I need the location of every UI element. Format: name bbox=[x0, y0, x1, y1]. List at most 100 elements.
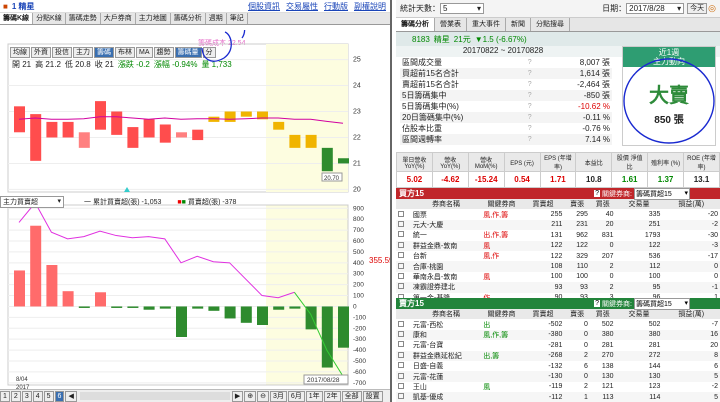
broker-cell: 2 bbox=[609, 263, 614, 271]
broker-row[interactable]: 元大-大慶 211 231 20 251 -2 bbox=[396, 219, 720, 231]
tab-news[interactable]: 新聞 bbox=[506, 18, 531, 31]
fin-value: 0.54 bbox=[503, 171, 541, 188]
help-icon[interactable]: ? bbox=[526, 112, 541, 123]
settings-button[interactable]: 設置 bbox=[362, 390, 383, 402]
broker-row[interactable]: 元富-台寶 -281 0 281 281 20 bbox=[396, 340, 720, 351]
row-checkbox[interactable] bbox=[396, 382, 411, 392]
favorite-icon[interactable]: ■ bbox=[3, 2, 8, 11]
tab-chip-kline[interactable]: 籌碼K線 bbox=[0, 13, 34, 24]
tab-chip-analysis[interactable]: 籌碼分析 bbox=[171, 13, 206, 24]
broker-cell bbox=[481, 371, 522, 381]
tab-events[interactable]: 重大事件 bbox=[467, 18, 506, 31]
broker-cell: 1793 bbox=[644, 231, 661, 239]
broker-row[interactable]: 國票 風,作,籌 255 295 40 335 -20 bbox=[396, 209, 720, 220]
help-icon[interactable]: ? bbox=[526, 134, 541, 145]
page-2[interactable]: 2 bbox=[10, 390, 21, 402]
link-info[interactable]: 個股資訊 bbox=[248, 1, 280, 12]
row-checkbox[interactable] bbox=[396, 230, 411, 240]
broker-row[interactable]: 合庫-桃園 108 110 2 112 0 bbox=[396, 261, 720, 272]
chip-bar bbox=[143, 306, 155, 310]
days-select[interactable]: 5 ▾ bbox=[440, 3, 484, 14]
period-6m[interactable]: 6月 bbox=[287, 390, 305, 402]
row-checkbox[interactable] bbox=[396, 220, 411, 230]
period-3m[interactable]: 3月 bbox=[269, 390, 287, 402]
period-2y[interactable]: 2年 bbox=[323, 390, 341, 402]
sell-rel-select[interactable]: 籌碼買超15 ▾ bbox=[634, 298, 690, 310]
panel-select[interactable]: 主力買賣超 ▾ bbox=[0, 196, 64, 208]
broker-row[interactable]: 凱基-優成 -112 1 113 114 5 bbox=[396, 392, 720, 402]
stat-value: -850 張 bbox=[583, 91, 610, 100]
link-help[interactable]: 副權說明 bbox=[354, 1, 386, 12]
row-checkbox[interactable] bbox=[396, 319, 411, 329]
broker-cell: -130 bbox=[548, 373, 563, 381]
scroll-left-icon[interactable]: ◀ bbox=[65, 390, 77, 402]
row-checkbox[interactable] bbox=[396, 392, 411, 402]
row-checkbox[interactable] bbox=[396, 340, 411, 350]
broker-cell: 8 bbox=[714, 352, 718, 360]
help-icon[interactable]: ? bbox=[526, 101, 541, 112]
scrollbar[interactable] bbox=[79, 392, 230, 400]
row-checkbox[interactable] bbox=[396, 330, 411, 340]
broker-row[interactable]: 元富-西松 出 -502 0 502 502 -7 bbox=[396, 319, 720, 330]
broker-row[interactable]: 群益金鼎延松紀 出,籌 -268 2 270 272 8 bbox=[396, 350, 720, 361]
link-mobile[interactable]: 行動版 bbox=[324, 1, 348, 12]
col-header: 賣張 bbox=[570, 311, 585, 319]
row-checkbox[interactable] bbox=[396, 351, 411, 361]
scroll-right-icon[interactable]: ▶ bbox=[231, 390, 244, 402]
stat-key: 5日籌碼集中(%) bbox=[402, 102, 459, 111]
broker-cell: 5 bbox=[714, 373, 718, 381]
tab-branch-search[interactable]: 分點搜尋 bbox=[531, 18, 570, 31]
help-icon[interactable]: ? bbox=[526, 79, 541, 90]
broker-row[interactable]: 群益金鼎-敦南 風 122 122 0 122 -3 bbox=[396, 240, 720, 251]
col-header: 交易量 bbox=[628, 311, 650, 319]
broker-row[interactable]: 王山 風 -119 2 121 123 -2 bbox=[396, 381, 720, 393]
tab-big-broker[interactable]: 大戶券商 bbox=[101, 13, 136, 24]
broker-row[interactable]: 凍霸證券建北 93 93 2 95 -1 bbox=[396, 282, 720, 293]
tab-main-map[interactable]: 主力地圖 bbox=[136, 13, 171, 24]
broker-cell: 40 bbox=[605, 211, 614, 219]
page-6[interactable]: 6 bbox=[54, 390, 65, 402]
row-checkbox[interactable] bbox=[396, 209, 411, 219]
page-4[interactable]: 4 bbox=[32, 390, 43, 402]
refresh-icon[interactable]: ◎ bbox=[708, 3, 716, 14]
tab-branch-kline[interactable]: 分點K線 bbox=[33, 13, 66, 24]
period-1y[interactable]: 1年 bbox=[305, 390, 323, 402]
help-icon[interactable]: ? bbox=[526, 90, 541, 101]
broker-row[interactable]: 台新 風,作 122 329 207 536 -17 bbox=[396, 250, 720, 262]
row-checkbox[interactable] bbox=[396, 251, 411, 261]
tab-notes[interactable]: 筆記 bbox=[227, 13, 248, 24]
period-all[interactable]: 全部 bbox=[341, 390, 362, 402]
page-3[interactable]: 3 bbox=[21, 390, 32, 402]
fin-header: EPS (年增率) bbox=[539, 152, 577, 172]
broker-cell: 123 bbox=[648, 383, 661, 391]
broker-row[interactable]: 元富-花蓮 -130 0 130 130 5 bbox=[396, 371, 720, 382]
col-header: 買賣超 bbox=[532, 201, 554, 209]
buy-rel-select[interactable]: 籌碼買超15 ▾ bbox=[634, 188, 690, 200]
zoom-in-icon[interactable]: ⊕ bbox=[244, 390, 257, 402]
today-button[interactable]: 今天 bbox=[687, 3, 708, 14]
broker-row[interactable]: 康和 風,作,籌 -380 0 380 380 16 bbox=[396, 329, 720, 341]
tab-chip-trend[interactable]: 籌碼走勢 bbox=[66, 13, 101, 24]
help-icon[interactable]: ? bbox=[526, 68, 541, 79]
zoom-out-icon[interactable]: ⊖ bbox=[257, 390, 269, 402]
help-icon[interactable]: ? bbox=[526, 123, 541, 134]
tab-revenue[interactable]: 營業表 bbox=[435, 18, 467, 31]
broker-row[interactable]: 統一 出,作,籌 131 962 831 1793 -30 bbox=[396, 230, 720, 241]
row-checkbox[interactable] bbox=[396, 282, 411, 292]
row-checkbox[interactable] bbox=[396, 272, 411, 282]
page-1[interactable]: 1 bbox=[0, 390, 10, 402]
stat-key: 佔股本比重 bbox=[402, 124, 442, 133]
tab-chip[interactable]: 籌碼分析 bbox=[396, 18, 435, 31]
stat-value: -0.11 % bbox=[583, 113, 610, 122]
broker-row[interactable]: 日盛-自義 -132 6 138 144 6 bbox=[396, 360, 720, 372]
help-icon[interactable]: ? bbox=[526, 57, 541, 68]
link-attr[interactable]: 交易屬性 bbox=[286, 1, 318, 12]
row-checkbox[interactable] bbox=[396, 241, 411, 251]
row-checkbox[interactable] bbox=[396, 371, 411, 381]
page-5[interactable]: 5 bbox=[43, 390, 54, 402]
row-checkbox[interactable] bbox=[396, 361, 411, 371]
row-checkbox[interactable] bbox=[396, 261, 411, 271]
broker-row[interactable]: 華南永昌-敦南 風 100 100 0 100 0 bbox=[396, 271, 720, 283]
date-input[interactable]: 2017/8/28 ▾ bbox=[626, 3, 685, 14]
tab-period[interactable]: 週期 bbox=[206, 13, 227, 24]
